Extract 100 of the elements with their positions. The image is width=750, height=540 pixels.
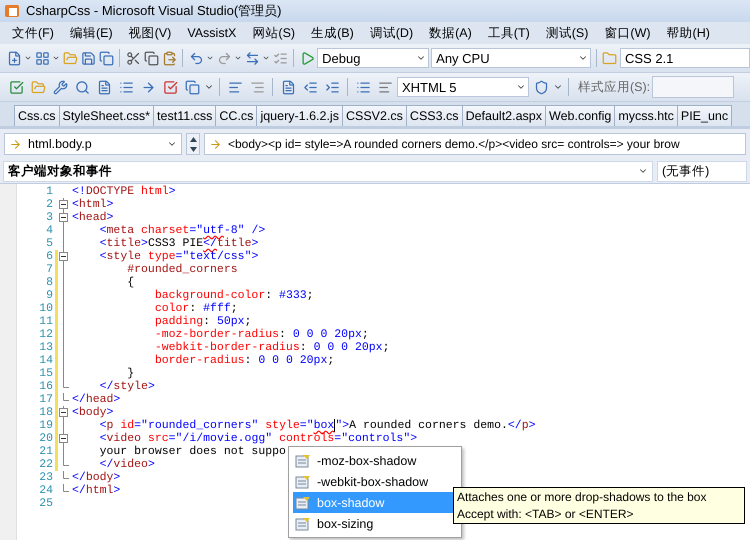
line-number: 24 (38, 484, 53, 497)
code-line: </html> (72, 484, 120, 497)
document-tab[interactable]: Css.cs (14, 105, 60, 126)
line-number: 5 (45, 237, 53, 250)
platform-dropdown[interactable]: Any CPU (431, 48, 592, 68)
menu-item[interactable]: 生成(B) (303, 24, 362, 42)
menu-item[interactable]: 视图(V) (120, 24, 180, 42)
code-line: <p id="rounded_corners" style="box">A rounded corners demo.</p> (98, 419, 536, 432)
code-line: border-radius: 0 0 0 20px; (154, 354, 334, 367)
code-line: <html> (72, 198, 114, 211)
arrow-icon (209, 138, 222, 150)
line-number: 18 (38, 406, 53, 419)
code-line: #rounded_corners (126, 263, 238, 276)
collapse-icon[interactable] (59, 198, 69, 211)
property-icon (295, 474, 311, 488)
arrow-icon (9, 138, 22, 150)
event-dropdown[interactable]: (无事件) (657, 160, 747, 182)
line-number: 19 (38, 419, 53, 432)
breadcrumb-bar[interactable]: <body><p id= style=>A rounded corners demo.</p><video src= controls=> your brow (204, 133, 746, 155)
menu-item[interactable]: 编辑(E) (62, 24, 121, 42)
line-number: 6 (45, 250, 53, 263)
code-line: <video src="/i/movie.ogg" controls="controls"> (98, 432, 418, 445)
line-number: 1 (45, 185, 53, 198)
code-line: </video> (98, 458, 155, 471)
completion-item[interactable]: box-sizing (293, 513, 457, 534)
line-number: 15 (38, 367, 53, 380)
line-number: 14 (38, 354, 53, 367)
object-dropdown[interactable]: 客户端对象和事件 (3, 160, 653, 182)
document-tab[interactable]: CSS3.cs (406, 105, 463, 126)
menu-item[interactable]: 文件(F) (4, 24, 62, 42)
line-number: 3 (45, 211, 53, 224)
breadcrumb-text: <body><p id= style=>A rounded corners demo.</p><video src= controls=> your brow (228, 137, 680, 151)
element-path: html.body.p (28, 137, 93, 151)
menu-item[interactable]: 帮助(H) (658, 24, 718, 42)
menu-item[interactable]: 测试(S) (538, 24, 596, 42)
style-apply-label: 样式应用(S): (578, 78, 650, 96)
line-number: 12 (38, 328, 53, 341)
code-line: background-color: #333; (154, 289, 314, 302)
code-line: your browser does not suppo (98, 445, 286, 458)
style-apply-field[interactable] (652, 76, 734, 98)
line-number: 4 (45, 224, 53, 237)
css-version-dropdown[interactable]: CSS 2.1 (620, 48, 750, 68)
code-line: } (126, 367, 134, 380)
collapse-icon[interactable] (59, 211, 69, 224)
line-number: 20 (38, 432, 53, 445)
line-number: 22 (38, 458, 53, 471)
document-tab[interactable]: PIE_unc (676, 105, 732, 126)
menu-item[interactable]: VAssistX (179, 26, 244, 40)
menu-item[interactable]: 调试(D) (362, 24, 422, 42)
line-number: 11 (38, 315, 53, 328)
code-line: </body> (72, 471, 120, 484)
code-line: <!DOCTYPE html> (72, 185, 176, 198)
code-line: <head> (72, 211, 114, 224)
line-number: 7 (45, 263, 53, 276)
element-path-dropdown[interactable]: html.body.p (4, 133, 182, 155)
code-line: <title>CSS3 PIE</title> (98, 237, 258, 250)
menu-item[interactable]: 工具(T) (480, 24, 538, 42)
tooltip-text: Accept with: <TAB> or <ENTER> (457, 507, 635, 521)
line-number: 10 (38, 302, 53, 315)
doctype-dropdown[interactable]: XHTML 5 (397, 77, 529, 97)
document-tab[interactable]: CC.cs (215, 105, 258, 126)
document-tab[interactable]: mycss.htc (614, 105, 678, 126)
code-line: padding: 50px; (154, 315, 252, 328)
line-number: 17 (38, 393, 53, 406)
code-line: <meta charset="utf-8" /> (98, 224, 266, 237)
collapse-icon[interactable] (59, 406, 69, 419)
app-logo-icon (4, 3, 20, 19)
document-tab[interactable]: CSSV2.cs (342, 105, 407, 126)
configuration-dropdown[interactable]: Debug (317, 48, 430, 68)
completion-item[interactable]: -webkit-box-shadow (293, 471, 457, 492)
property-icon (295, 516, 311, 530)
document-tab[interactable]: StyleSheet.css* (58, 105, 154, 126)
completion-item[interactable]: -moz-box-shadow (293, 450, 457, 471)
window-title: CsharpCss - Microsoft Visual Studio(管理员) (26, 2, 282, 20)
line-number: 21 (38, 445, 53, 458)
document-tab[interactable]: Web.config (545, 105, 616, 126)
line-number: 16 (38, 380, 53, 393)
document-tab[interactable]: jquery-1.6.2.js (256, 105, 343, 126)
property-icon (295, 496, 311, 510)
code-line: { (126, 276, 134, 289)
code-line: -moz-border-radius: 0 0 0 20px; (154, 328, 369, 341)
collapse-icon[interactable] (59, 250, 69, 263)
line-number: 13 (38, 341, 53, 354)
code-line: <body> (72, 406, 114, 419)
document-tab[interactable]: Default2.aspx (462, 105, 546, 126)
menu-item[interactable]: 网站(S) (244, 24, 304, 42)
line-number: 9 (45, 289, 53, 302)
code-line: <style type="text/css"> (98, 250, 258, 263)
line-number: 2 (45, 198, 53, 211)
collapse-icon[interactable] (59, 432, 69, 445)
line-number: 25 (38, 497, 53, 510)
code-line: -webkit-border-radius: 0 0 0 20px; (154, 341, 390, 354)
menu-item[interactable]: 窗口(W) (596, 24, 659, 42)
document-tab[interactable]: test11.css (153, 105, 216, 126)
spin-buttons[interactable] (186, 133, 200, 155)
line-number: 23 (38, 471, 53, 484)
line-number: 8 (45, 276, 53, 289)
menu-item[interactable]: 数据(A) (421, 24, 480, 42)
code-line: color: #fff; (154, 302, 238, 315)
tooltip-text: Attaches one or more drop-shadows to the box (457, 490, 708, 504)
